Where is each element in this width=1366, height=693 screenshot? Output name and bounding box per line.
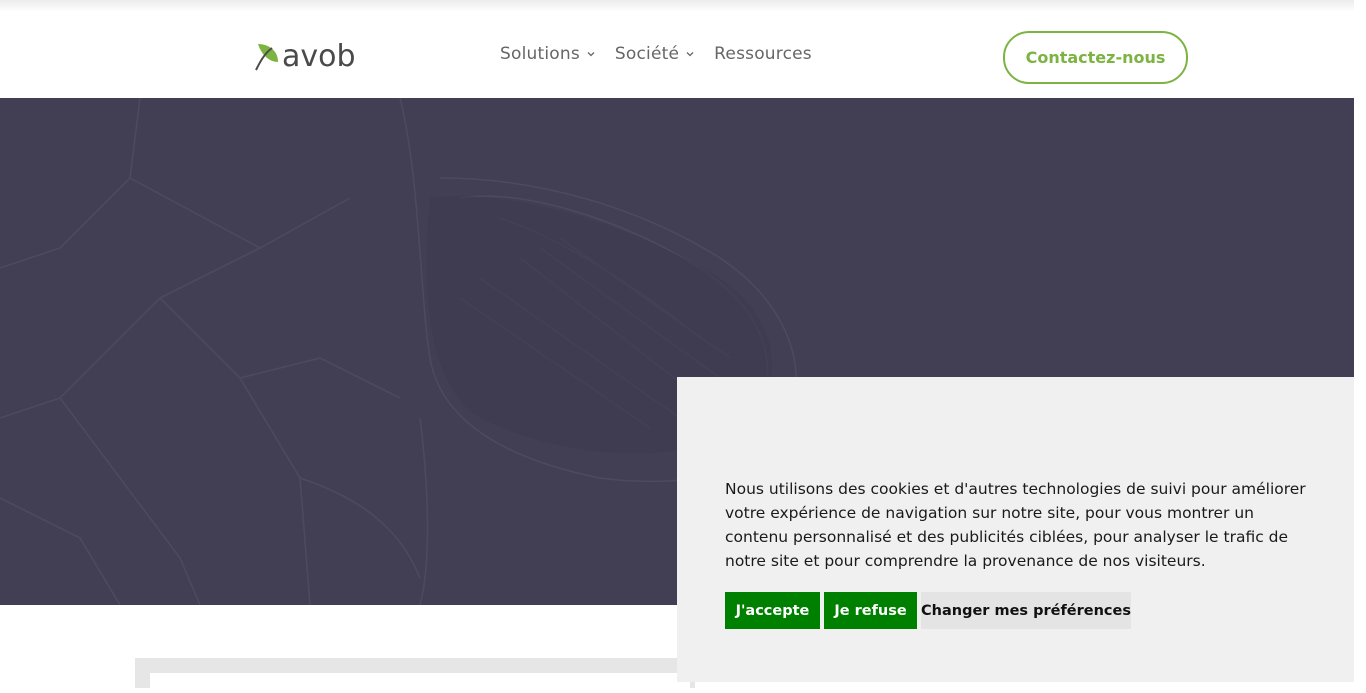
- site-header: avob Solutions Société Ressources Contac…: [0, 12, 1354, 98]
- nav-label-societe: Société: [614, 44, 680, 64]
- nav-item-solutions[interactable]: Solutions: [500, 44, 595, 64]
- contact-button[interactable]: Contactez-nous: [1003, 31, 1188, 84]
- chevron-down-icon: [686, 52, 694, 57]
- logo-link[interactable]: avob: [254, 38, 356, 72]
- cookie-banner: Nous utilisons des cookies et d'autres t…: [677, 377, 1354, 682]
- cookie-preferences-button[interactable]: Changer mes préférences: [921, 592, 1131, 629]
- accept-cookies-button[interactable]: J'accepte: [725, 592, 820, 629]
- chevron-down-icon: [587, 52, 595, 57]
- cookie-message: Nous utilisons des cookies et d'autres t…: [725, 480, 1306, 570]
- logo-text: avob: [282, 39, 356, 74]
- content-card: [150, 673, 690, 693]
- nav-label-solutions: Solutions: [500, 44, 580, 64]
- refuse-cookies-button[interactable]: Je refuse: [824, 592, 917, 629]
- nav-item-societe[interactable]: Société: [615, 44, 694, 64]
- nav-item-ressources[interactable]: Ressources: [714, 44, 812, 64]
- main-nav: Solutions Société Ressources: [500, 44, 832, 64]
- top-shadow: [0, 0, 1354, 12]
- nav-label-ressources: Ressources: [714, 44, 812, 64]
- scrollbar[interactable]: [1354, 0, 1366, 682]
